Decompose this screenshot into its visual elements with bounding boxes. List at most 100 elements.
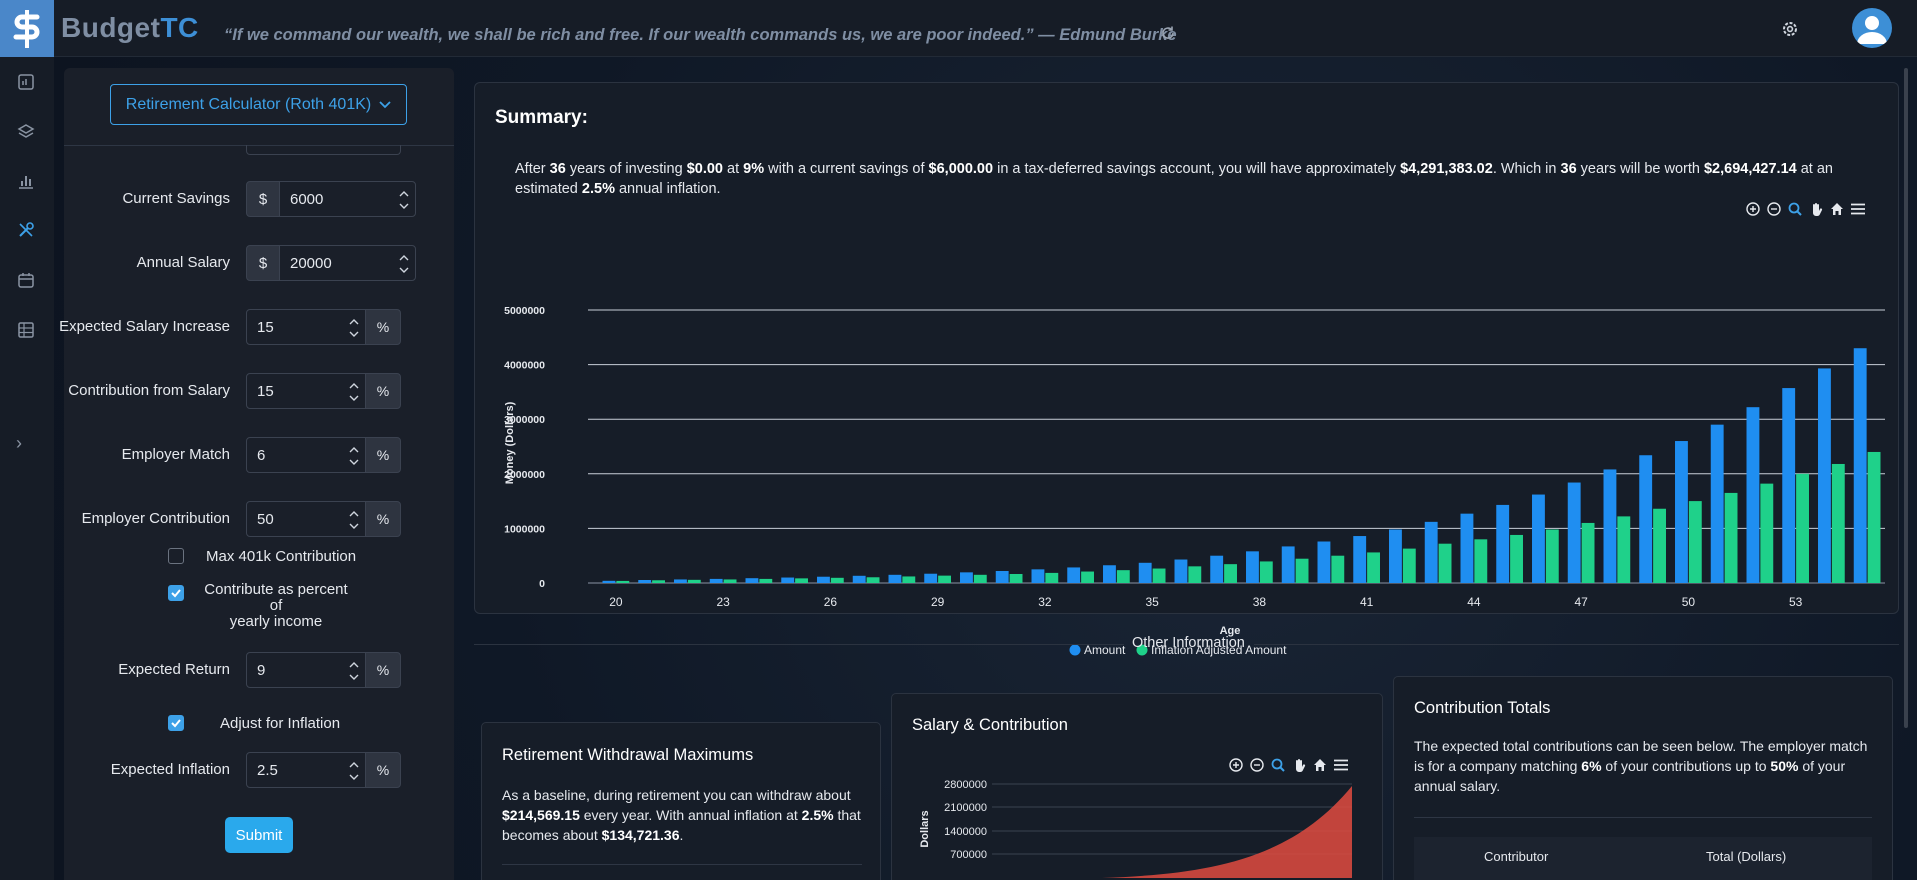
bar-amount bbox=[709, 578, 723, 583]
tools-icon[interactable] bbox=[17, 221, 35, 239]
spinner-icon[interactable] bbox=[399, 188, 409, 212]
page-scrollbar[interactable] bbox=[1904, 68, 1908, 728]
bar-inflation-adjusted bbox=[830, 577, 844, 583]
bar-amount bbox=[995, 570, 1009, 583]
percent-suffix: % bbox=[365, 437, 401, 473]
dashboard-icon[interactable] bbox=[17, 73, 35, 91]
employer-match-row: Employer Match 6 % bbox=[64, 437, 454, 473]
bar-inflation-adjusted bbox=[1760, 483, 1774, 583]
x-tick-label: 38 bbox=[1253, 595, 1267, 609]
totals-card-title: Contribution Totals bbox=[1414, 699, 1551, 717]
other-info-label: Other Information bbox=[1132, 635, 1245, 651]
employer-match-input[interactable]: 6 bbox=[246, 437, 366, 473]
withdrawal-card: Retirement Withdrawal Maximums As a base… bbox=[481, 722, 881, 880]
annual-salary-input[interactable]: 20000 bbox=[279, 245, 416, 281]
calculator-select[interactable]: Retirement Calculator (Roth 401K) bbox=[110, 84, 407, 125]
bar-inflation-adjusted bbox=[1831, 463, 1845, 583]
inspirational-quote: “If we command our wealth, we shall be r… bbox=[224, 26, 1177, 44]
bar-amount bbox=[924, 573, 938, 583]
bar-amount bbox=[602, 580, 616, 583]
expand-nav-icon[interactable]: › bbox=[16, 433, 22, 454]
check-icon bbox=[171, 589, 181, 598]
spinner-icon[interactable] bbox=[349, 508, 359, 532]
bar-amount bbox=[1782, 388, 1796, 583]
brand-logo[interactable]: BudgetTC bbox=[61, 12, 199, 44]
bar-amount bbox=[1424, 521, 1438, 583]
refresh-quote-icon[interactable] bbox=[1160, 25, 1176, 46]
menu-icon[interactable] bbox=[1333, 757, 1349, 773]
expected-inflation-input[interactable]: 2.5 bbox=[246, 752, 366, 788]
bar-inflation-adjusted bbox=[1367, 552, 1380, 583]
percent-suffix: % bbox=[365, 752, 401, 788]
bar-inflation-adjusted bbox=[1867, 451, 1881, 583]
zoom-in-icon[interactable] bbox=[1228, 757, 1244, 773]
submit-button[interactable]: Submit bbox=[225, 817, 293, 853]
summary-card: Summary: After 36 years of investing $0.… bbox=[474, 82, 1899, 657]
table-icon[interactable] bbox=[17, 321, 35, 339]
y-tick-label: 1000000 bbox=[504, 523, 545, 535]
bar-inflation-adjusted bbox=[795, 578, 808, 583]
summary-text: After 36 years of investing $0.00 at 9% … bbox=[515, 161, 1833, 197]
bar-amount bbox=[1317, 541, 1331, 583]
x-tick-label: 26 bbox=[824, 595, 838, 609]
salary-ytick: 2100000 bbox=[944, 802, 987, 814]
spinner-icon[interactable] bbox=[349, 380, 359, 404]
pan-hand-icon[interactable] bbox=[1291, 757, 1307, 773]
contribute-percent-label: Contribute as percent of yearly income bbox=[204, 581, 348, 630]
totals-table-header: Contributor Total (Dollars) bbox=[1414, 837, 1872, 880]
current-savings-row: Current Savings $ 6000 bbox=[64, 181, 454, 217]
contribute-percent-checkbox[interactable] bbox=[168, 585, 184, 601]
percent-suffix: % bbox=[365, 501, 401, 537]
current-savings-input[interactable]: 6000 bbox=[279, 181, 416, 217]
salary-chart-ylabel: Dollars bbox=[919, 810, 931, 847]
calculator-form-panel: Retirement Calculator (Roth 401K) Curren… bbox=[59, 68, 454, 880]
contribution-totals-card: Contribution Totals The expected total c… bbox=[1393, 676, 1893, 880]
home-icon[interactable] bbox=[1312, 757, 1328, 773]
calendar-icon[interactable] bbox=[17, 271, 35, 289]
bar-inflation-adjusted bbox=[652, 580, 665, 583]
spinner-icon[interactable] bbox=[349, 444, 359, 468]
x-tick-label: 35 bbox=[1145, 595, 1159, 609]
bar-inflation-adjusted bbox=[1724, 492, 1738, 583]
salary-increase-input[interactable]: 15 bbox=[246, 309, 366, 345]
bar-amount bbox=[888, 574, 902, 583]
employer-contribution-input[interactable]: 50 bbox=[246, 501, 366, 537]
bar-chart-icon[interactable] bbox=[17, 172, 35, 190]
bar-inflation-adjusted bbox=[902, 576, 916, 583]
contribution-from-salary-input[interactable]: 15 bbox=[246, 373, 366, 409]
bar-amount bbox=[852, 575, 866, 583]
salary-area bbox=[1102, 786, 1352, 878]
salary-increase-row: Expected Salary Increase 15 % bbox=[59, 309, 454, 345]
magnifier-icon[interactable] bbox=[1270, 757, 1286, 773]
bar-inflation-adjusted bbox=[1653, 508, 1666, 583]
zoom-out-icon[interactable] bbox=[1249, 757, 1265, 773]
spinner-icon[interactable] bbox=[349, 316, 359, 340]
gear-icon[interactable] bbox=[1780, 19, 1800, 44]
spinner-icon[interactable] bbox=[399, 252, 409, 276]
logo-icon[interactable] bbox=[0, 0, 54, 57]
expected-return-input[interactable]: 9 bbox=[246, 652, 366, 688]
adjust-inflation-checkbox[interactable] bbox=[168, 715, 184, 731]
bar-inflation-adjusted bbox=[866, 577, 880, 583]
spinner-icon[interactable] bbox=[349, 659, 359, 683]
expected-inflation-row: Expected Inflation 2.5 % bbox=[64, 752, 454, 788]
bar-amount bbox=[1567, 482, 1581, 583]
bar-inflation-adjusted bbox=[1474, 539, 1488, 583]
bar-amount bbox=[1210, 555, 1224, 583]
bar-inflation-adjusted bbox=[1152, 568, 1166, 583]
spinner-icon[interactable] bbox=[349, 759, 359, 783]
bar-amount bbox=[1389, 529, 1402, 583]
bar-amount bbox=[1496, 504, 1510, 583]
bar-amount bbox=[1353, 536, 1367, 583]
max-401k-checkbox[interactable] bbox=[168, 548, 184, 564]
top-bar: BudgetTC “If we command our wealth, we s… bbox=[0, 0, 1917, 57]
nav-rail: › bbox=[0, 57, 54, 880]
user-avatar[interactable] bbox=[1852, 8, 1892, 48]
bar-inflation-adjusted bbox=[1331, 555, 1345, 583]
bar-amount bbox=[1746, 407, 1760, 583]
salary-ytick: 1400000 bbox=[944, 826, 987, 838]
x-tick-label: 47 bbox=[1574, 595, 1588, 609]
bar-amount bbox=[674, 579, 687, 583]
bar-inflation-adjusted bbox=[938, 575, 951, 583]
layers-icon[interactable] bbox=[17, 122, 35, 140]
